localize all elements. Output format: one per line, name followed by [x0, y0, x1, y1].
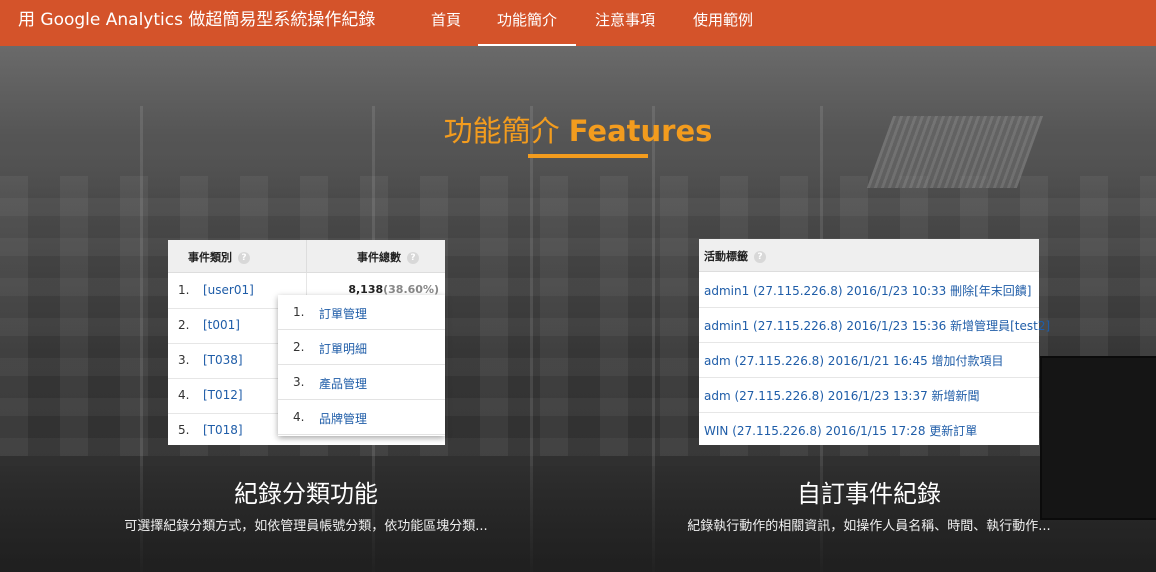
item-number: 3. [293, 375, 305, 389]
header-label: 事件總數 [357, 251, 401, 264]
table-header: 事件類別? 事件總數? [168, 240, 445, 273]
header-event-category[interactable]: 事件類別? [188, 249, 250, 265]
row-number: 2. [178, 318, 190, 332]
top-navbar: 用 Google Analytics 做超簡易型系統操作紀錄 首頁 功能簡介 注… [0, 0, 1156, 46]
feature-title-category: 紀錄分類功能 [234, 480, 378, 508]
category-dropdown-menu: 1. 訂單管理 2. 訂單明細 3. 產品管理 4. 品牌管理 [278, 295, 445, 436]
row-link[interactable]: [T012] [203, 388, 243, 402]
help-icon[interactable]: ? [238, 252, 250, 264]
help-icon[interactable]: ? [754, 251, 766, 263]
table-row: admin1 (27.115.226.8) 2016/1/23 10:33 刪除… [699, 272, 1039, 308]
nav-features[interactable]: 功能簡介 [478, 0, 576, 46]
help-icon[interactable]: ? [407, 252, 419, 264]
table-row: adm (27.115.226.8) 2016/1/21 16:45 增加付款項… [699, 342, 1039, 378]
table-row: admin1 (27.115.226.8) 2016/1/23 15:36 新增… [699, 307, 1050, 343]
table-header: 活動標籤? [699, 239, 1039, 272]
item-number: 1. [293, 305, 305, 319]
item-number: 4. [293, 410, 305, 424]
brand-title[interactable]: 用 Google Analytics 做超簡易型系統操作紀錄 [18, 0, 375, 40]
row-link[interactable]: WIN (27.115.226.8) 2016/1/15 17:28 更新訂單 [704, 422, 977, 439]
row-number: 5. [178, 423, 190, 437]
title-underline [528, 154, 648, 158]
header-label: 活動標籤 [704, 250, 748, 263]
header-event-total[interactable]: 事件總數? [357, 249, 419, 265]
row-link[interactable]: adm (27.115.226.8) 2016/1/21 16:45 增加付款項… [704, 352, 1004, 369]
table-row: WIN (27.115.226.8) 2016/1/15 17:28 更新訂單 [699, 412, 1039, 447]
row-link[interactable]: [T018] [203, 423, 243, 437]
item-label: 訂單明細 [319, 342, 368, 356]
nav-home[interactable]: 首頁 [422, 0, 470, 46]
section-title-zh: 功能簡介 [443, 114, 560, 148]
header-label: 事件類別 [188, 251, 232, 264]
row-link[interactable]: admin1 (27.115.226.8) 2016/1/23 15:36 新增… [704, 317, 1050, 334]
dropdown-item[interactable]: 2. 訂單明細 [278, 330, 445, 365]
dropdown-item[interactable]: 1. 訂單管理 [278, 295, 445, 330]
column-divider [306, 240, 307, 272]
event-label-table: 活動標籤? admin1 (27.115.226.8) 2016/1/23 10… [699, 239, 1050, 447]
feature-desc-category: 可選擇紀錄分類方式，如依管理員帳號分類，依功能區塊分類... [124, 519, 488, 534]
dropdown-item[interactable]: 3. 產品管理 [278, 365, 445, 400]
dropdown-item[interactable]: 4. 品牌管理 [278, 400, 445, 435]
row-number: 1. [178, 283, 190, 297]
table-row: adm (27.115.226.8) 2016/1/23 13:37 新增新聞 [699, 377, 1039, 413]
row-link[interactable]: [T038] [203, 353, 243, 367]
header-event-label[interactable]: 活動標籤? [704, 248, 766, 264]
nav-notes[interactable]: 注意事項 [584, 0, 666, 46]
feature-desc-custom-event: 紀錄執行動作的相關資訊，如操作人員名稱、時間、執行動作... [687, 519, 1051, 534]
section-title: 功能簡介 Features [0, 108, 1156, 150]
row-link[interactable]: [user01] [203, 283, 254, 297]
section-title-en: Features [568, 114, 713, 148]
item-label: 產品管理 [319, 377, 368, 391]
row-link[interactable]: [t001] [203, 318, 240, 332]
row-link[interactable]: adm (27.115.226.8) 2016/1/23 13:37 新增新聞 [704, 387, 980, 404]
item-label: 品牌管理 [319, 412, 368, 426]
row-link[interactable]: admin1 (27.115.226.8) 2016/1/23 10:33 刪除… [704, 282, 1032, 299]
feature-title-custom-event: 自訂事件紀錄 [797, 480, 941, 508]
row-number: 3. [178, 353, 190, 367]
row-number: 4. [178, 388, 190, 402]
item-label: 訂單管理 [319, 307, 368, 321]
nav-examples[interactable]: 使用範例 [682, 0, 764, 46]
item-number: 2. [293, 340, 305, 354]
